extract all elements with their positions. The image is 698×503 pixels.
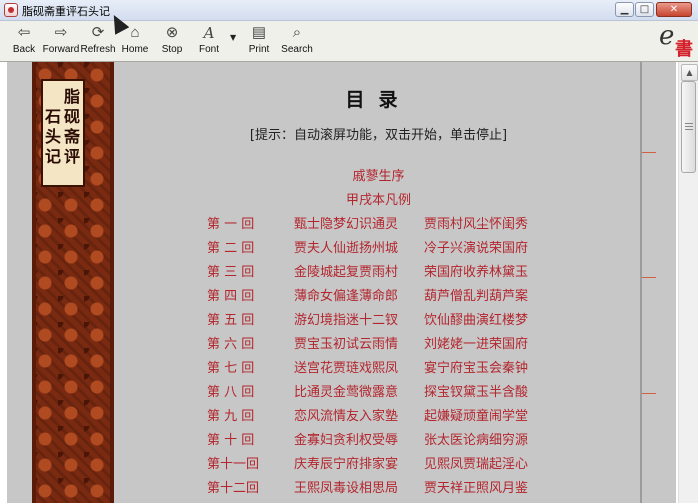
app-icon[interactable] — [4, 3, 18, 17]
chapter-title-first[interactable]: 比通灵金莺微露意 — [294, 381, 398, 400]
forward-arrow-icon: ⇨ — [54, 24, 68, 41]
content-area[interactable]: 脂砚斋评 石头记 目录 [提示：自动滚屏功能，双击开始，单击停止] 戚蓼生序 甲… — [0, 62, 698, 503]
font-dropdown-arrow-icon[interactable]: ▼ — [230, 33, 236, 42]
refresh-button[interactable]: ⟳ Refresh — [80, 24, 116, 55]
logo-letter: e — [659, 21, 675, 51]
maximize-button[interactable]: □ — [635, 2, 654, 17]
stop-label: Stop — [161, 44, 183, 55]
toc-link-preface[interactable]: 戚蓼生序 — [115, 165, 642, 184]
home-label: Home — [121, 44, 149, 55]
chapter-title-second[interactable]: 冷子兴演说荣国府 — [424, 237, 528, 256]
font-button[interactable]: A Font — [194, 24, 224, 55]
chapter-number: 第 二 回 — [207, 241, 255, 256]
chapter-title-first[interactable]: 恋风流情友入家塾 — [294, 405, 398, 424]
chapter-title-first[interactable]: 金陵城起复贾雨村 — [294, 261, 398, 280]
page-right-rule — [640, 62, 642, 503]
thumb-grip — [685, 129, 693, 130]
window-title: 脂砚斋重评石头记 — [22, 5, 110, 18]
book-view[interactable]: 脂砚斋评 石头记 目录 [提示：自动滚屏功能，双击开始，单击停止] 戚蓼生序 甲… — [7, 62, 676, 503]
chapter-number: 第 八 回 — [207, 385, 255, 400]
back-arrow-icon: ⇦ — [17, 24, 31, 41]
chapter-title-first[interactable]: 甄士隐梦幻识通灵 — [294, 213, 398, 232]
close-button[interactable]: ✕ — [656, 2, 692, 17]
chapter-title-second[interactable]: 刘姥姥一进荣国府 — [424, 333, 528, 352]
toc-link-fanli[interactable]: 甲戌本凡例 — [115, 189, 642, 208]
vertical-scrollbar[interactable]: ▲ — [678, 62, 698, 503]
chapter-title-first[interactable]: 游幻境指迷十二钗 — [294, 309, 398, 328]
ebook-logo: e 書 — [657, 21, 695, 60]
scroll-up-button[interactable]: ▲ — [681, 64, 698, 81]
chapter-number: 第 四 回 — [207, 289, 255, 304]
page-right-margin — [642, 62, 676, 503]
chapter-title-second[interactable]: 饮仙醪曲演红楼梦 — [424, 309, 528, 328]
print-label: Print — [248, 44, 270, 55]
chapter-title-second[interactable]: 宴宁府宝玉会秦钟 — [424, 357, 528, 376]
chapter-number: 第十二回 — [207, 481, 260, 496]
scrollbar-thumb[interactable] — [681, 81, 696, 173]
band-edge-right — [110, 62, 114, 503]
print-button[interactable]: ▤ Print — [244, 24, 274, 55]
chapter-title-first[interactable]: 薄命女偏逢薄命郎 — [294, 285, 398, 304]
scroll-hint: [提示：自动滚屏功能，双击开始，单击停止] — [249, 128, 508, 143]
font-icon: A — [203, 24, 215, 42]
toc-page: 目录 [提示：自动滚屏功能，双击开始，单击停止] 戚蓼生序 甲戌本凡例 第 一 … — [115, 62, 642, 503]
print-icon: ▤ — [251, 24, 267, 41]
margin-tick — [642, 152, 656, 153]
margin-tick — [642, 393, 656, 394]
search-button[interactable]: ⌕ Search — [280, 24, 314, 55]
toc-heading: 目录 — [345, 89, 412, 111]
forward-button[interactable]: ⇨ Forward — [42, 24, 80, 55]
chapter-title-second[interactable]: 荣国府收养林黛玉 — [424, 261, 528, 280]
chapter-number: 第 十 回 — [207, 433, 255, 448]
chapter-title-second[interactable]: 起嫌疑顽童闹学堂 — [424, 405, 528, 424]
chapter-title-first[interactable]: 贾宝玉初试云雨情 — [294, 333, 398, 352]
chapter-title-second[interactable]: 探宝钗黛玉半含酸 — [424, 381, 528, 400]
chapter-title-first[interactable]: 王熙凤毒设相思局 — [294, 477, 398, 496]
chapter-title-second[interactable]: 贾雨村风尘怀闺秀 — [424, 213, 528, 232]
search-icon: ⌕ — [292, 24, 302, 41]
chapter-title-second[interactable]: 见熙凤贾瑞起淫心 — [424, 453, 528, 472]
chapter-number: 第十一回 — [207, 457, 260, 472]
margin-tick — [642, 277, 656, 278]
chapter-title-first[interactable]: 送宫花贾琏戏熙凤 — [294, 357, 398, 376]
seal-column-1: 脂砚斋评 — [63, 87, 80, 166]
stop-icon: ⊗ — [165, 24, 179, 41]
band-edge-left — [32, 62, 36, 503]
chapter-number: 第 三 回 — [207, 265, 255, 280]
search-label: Search — [281, 44, 313, 55]
chapter-title-second[interactable]: 葫芦僧乱判葫芦案 — [424, 285, 528, 304]
forward-label: Forward — [42, 44, 80, 55]
seal-column-2: 石头记 — [44, 107, 61, 166]
chapter-number: 第 一 回 — [207, 217, 255, 232]
chapter-number: 第 五 回 — [207, 313, 255, 328]
back-label: Back — [12, 44, 36, 55]
font-label: Font — [198, 44, 219, 55]
chapter-number: 第 六 回 — [207, 337, 255, 352]
chapter-title-second[interactable]: 贾天祥正照风月鉴 — [424, 477, 528, 496]
back-button[interactable]: ⇦ Back — [8, 24, 40, 55]
chapter-number: 第 九 回 — [207, 409, 255, 424]
minimize-button[interactable]: ▁ — [615, 2, 634, 17]
title-bar: 脂砚斋重评石头记 ▁ □ ✕ — [0, 0, 698, 21]
chapter-title-first[interactable]: 贾夫人仙逝扬州城 — [294, 237, 398, 256]
chapter-title-first[interactable]: 庆寿辰宁府排家宴 — [294, 453, 398, 472]
stop-button[interactable]: ⊗ Stop — [157, 24, 187, 55]
refresh-label: Refresh — [80, 44, 116, 55]
refresh-icon: ⟳ — [91, 24, 105, 41]
chapter-title-first[interactable]: 金寡妇贪利权受辱 — [294, 429, 398, 448]
thumb-grip — [685, 126, 693, 127]
toolbar: ⇦ Back ⇨ Forward ⟳ Refresh ⌂ Home ⊗ Stop… — [0, 21, 698, 62]
chapter-number: 第 七 回 — [207, 361, 255, 376]
logo-char: 書 — [675, 39, 693, 60]
chapter-title-second[interactable]: 张太医论病细穷源 — [424, 429, 528, 448]
thumb-grip — [685, 123, 693, 124]
book-title-seal: 脂砚斋评 石头记 — [41, 79, 85, 187]
